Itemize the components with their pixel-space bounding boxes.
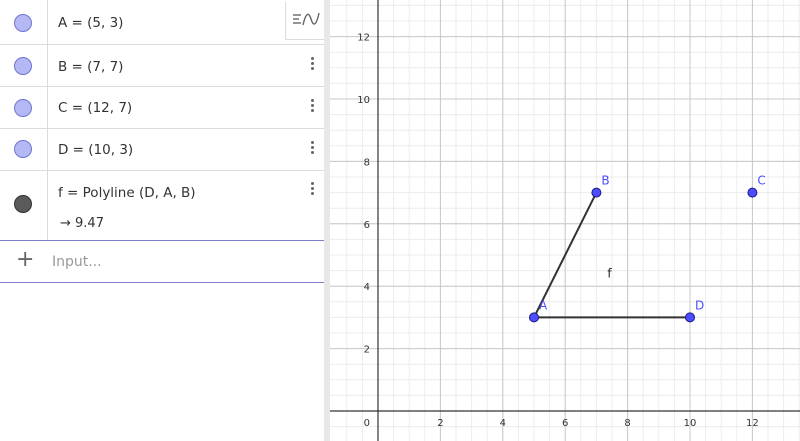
- more-options-icon[interactable]: [308, 97, 316, 117]
- y-tick-label: 12: [357, 33, 370, 44]
- algebra-input-field[interactable]: [50, 247, 314, 277]
- algebra-view: A = (5, 3) B = (7, 7) C = (12, 7) D = (1…: [0, 0, 325, 441]
- algebra-row-b[interactable]: B = (7, 7): [0, 45, 324, 87]
- algebra-row-a[interactable]: A = (5, 3): [0, 0, 324, 45]
- point-c-definition[interactable]: C = (12, 7): [58, 100, 132, 116]
- description-mode-icon: [293, 12, 320, 26]
- graphics-view[interactable]: 2 4 6 8 10 12 2 4 6 8 10 12 0 fABCD: [330, 0, 800, 441]
- plus-icon[interactable]: +: [16, 249, 34, 271]
- algebra-row-c[interactable]: C = (12, 7): [0, 87, 324, 129]
- graphics-canvas[interactable]: 2 4 6 8 10 12246810120 fAB CD: [330, 0, 800, 441]
- marble-column: [0, 45, 48, 86]
- y-tick-label: 10: [357, 95, 370, 106]
- point-d-definition[interactable]: D = (10, 3): [58, 142, 133, 158]
- algebra-description-toggle-button[interactable]: [285, 2, 325, 40]
- origin-label: 0: [364, 418, 370, 429]
- point-d-label: D: [695, 298, 704, 312]
- x-tick-label: 4: [500, 418, 506, 429]
- y-tick-label: 8: [364, 157, 370, 168]
- point-b-label: B: [601, 174, 609, 188]
- point-d[interactable]: [685, 312, 695, 323]
- marble-column: [0, 171, 48, 240]
- point-a[interactable]: [529, 312, 539, 323]
- more-options-icon[interactable]: [308, 139, 316, 159]
- x-tick-label: 8: [624, 418, 630, 429]
- x-tick-label: 10: [684, 418, 697, 429]
- polyline-f-output: → 9.47: [60, 216, 104, 231]
- y-tick-label: 4: [364, 282, 370, 293]
- polyline-f-definition[interactable]: f = Polyline (D, A, B): [58, 185, 196, 201]
- marble-column: [0, 0, 48, 44]
- more-options-icon[interactable]: [308, 180, 316, 200]
- more-options-icon[interactable]: [308, 55, 316, 75]
- y-tick-label: 2: [364, 345, 370, 356]
- x-tick-label: 12: [746, 418, 759, 429]
- visibility-toggle-icon[interactable]: [14, 99, 32, 117]
- point-a-label: A: [539, 298, 548, 312]
- visibility-toggle-icon[interactable]: [14, 57, 32, 75]
- input-row[interactable]: +: [0, 240, 324, 283]
- point-c[interactable]: [747, 187, 758, 198]
- visibility-toggle-icon[interactable]: [14, 195, 32, 213]
- marble-column: [0, 129, 48, 170]
- point-a-definition[interactable]: A = (5, 3): [58, 15, 123, 31]
- algebra-row-f[interactable]: f = Polyline (D, A, B) → 9.47: [0, 171, 324, 240]
- y-tick-label: 6: [364, 220, 370, 231]
- point-c-label: C: [757, 174, 765, 188]
- marble-column: [0, 87, 48, 128]
- x-tick-label: 2: [437, 418, 443, 429]
- point-b-definition[interactable]: B = (7, 7): [58, 59, 123, 75]
- point-b[interactable]: [591, 187, 602, 198]
- x-tick-label: 6: [562, 418, 568, 429]
- visibility-toggle-icon[interactable]: [14, 140, 32, 158]
- algebra-row-d[interactable]: D = (10, 3): [0, 129, 324, 171]
- visibility-toggle-icon[interactable]: [14, 14, 32, 32]
